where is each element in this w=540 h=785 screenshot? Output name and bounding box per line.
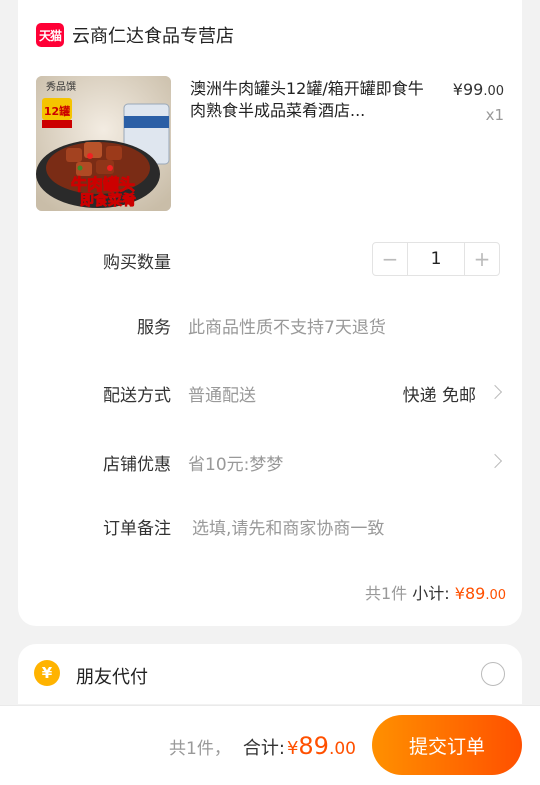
shop-order-card: 天猫 云商仁达食品专营店 12罐 秀品馔 牛肉罐头 即食菜肴 澳洲牛肉罐头12罐… (18, 0, 522, 626)
service-label: 服务 (137, 318, 171, 338)
product-image-line2: 即食菜肴 (80, 192, 136, 209)
note-input[interactable]: 选填,请先和商家协商一致 (192, 514, 384, 539)
product-price: ¥99.00 (453, 80, 504, 99)
tmall-logo-icon: 天猫 (36, 23, 64, 47)
friend-pay-radio[interactable] (481, 662, 505, 686)
delivery-label: 配送方式 (103, 386, 171, 406)
product-image-brand-text: 秀品馔 (46, 81, 76, 93)
quantity-stepper: − 1 + (372, 242, 500, 276)
price-integer: 99 (462, 80, 484, 99)
note-label: 订单备注 (103, 519, 171, 539)
total-label: 合计: (242, 738, 285, 759)
friend-pay-label: 朋友代付 (76, 667, 148, 688)
product-image-graphic: 12罐 秀品馔 牛肉罐头 即食菜肴 (36, 76, 171, 211)
quantity-label: 购买数量 (103, 253, 171, 273)
product-image-line1: 牛肉罐头 (71, 175, 135, 194)
service-value: 此商品性质不支持7天退货 (188, 318, 386, 338)
product-title[interactable]: 澳洲牛肉罐头12罐/箱开罐即食牛肉熟食半成品菜肴酒店... (190, 78, 430, 122)
product-image[interactable]: 12罐 秀品馔 牛肉罐头 即食菜肴 (36, 76, 171, 211)
total-integer: 89 (298, 732, 329, 760)
subtotal: 共1件 小计: ¥89.00 (365, 580, 506, 604)
product-image-badge-text: 12罐 (44, 104, 70, 118)
product-quantity: x1 (485, 106, 504, 124)
friend-pay-row[interactable]: ¥ 朋友代付 (18, 644, 522, 704)
shop-header[interactable]: 天猫 云商仁达食品专营店 (36, 22, 234, 48)
coupon-value: 省10元:梦梦 (188, 455, 284, 475)
total-symbol: ¥ (286, 738, 299, 759)
delivery-method: 快递 免邮 (402, 386, 476, 406)
coupon-chevron-right-icon (487, 453, 503, 469)
subtotal-amount: ¥89.00 (454, 584, 506, 603)
price-symbol: ¥ (452, 80, 463, 99)
delivery-chevron-right-icon (487, 384, 503, 400)
quantity-value[interactable]: 1 (407, 243, 465, 275)
total-decimal: .00 (328, 739, 356, 759)
submit-order-button[interactable]: 提交订单 (372, 715, 522, 775)
quantity-increase-button[interactable]: + (465, 243, 499, 275)
yen-coin-icon: ¥ (34, 660, 60, 686)
delivery-value: 普通配送 (188, 386, 256, 406)
price-decimal: .00 (483, 84, 504, 99)
subtotal-count: 共1件 (364, 584, 408, 603)
coupon-label: 店铺优惠 (103, 455, 171, 475)
shop-name[interactable]: 云商仁达食品专营店 (72, 22, 234, 48)
subtotal-label: 小计: (412, 584, 450, 603)
quantity-decrease-button[interactable]: − (373, 243, 407, 275)
checkout-bar: 共1件， 合计: ¥ 89 .00 提交订单 (0, 705, 540, 785)
order-total: 共1件， 合计: ¥ 89 .00 (169, 732, 356, 760)
total-count: 共1件， (169, 739, 231, 759)
